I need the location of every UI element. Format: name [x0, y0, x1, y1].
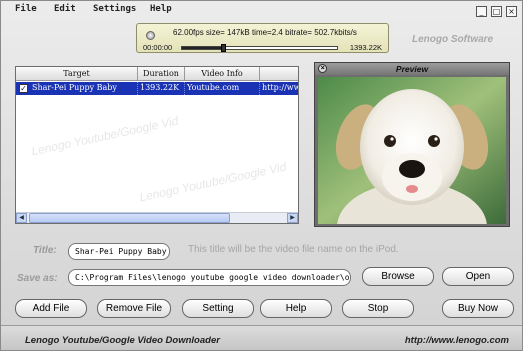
- save-as-label: Save as:: [17, 273, 58, 284]
- setting-button[interactable]: Setting: [182, 299, 254, 318]
- open-button[interactable]: Open: [442, 267, 514, 286]
- close-button[interactable]: ×: [506, 6, 517, 17]
- scroll-left-arrow-icon[interactable]: ◀: [16, 213, 27, 223]
- horizontal-scrollbar[interactable]: ◀ ▶: [16, 212, 298, 223]
- video-thumbnail: [318, 77, 506, 224]
- cell-duration: 1393.22K: [138, 82, 185, 95]
- title-hint: This title will be the video file name o…: [188, 244, 399, 255]
- status-indicator-icon: [146, 31, 155, 40]
- list-header: Target Duration Video Info: [16, 67, 298, 81]
- cell-video-info: Youtube.com: [185, 82, 260, 95]
- close-icon[interactable]: ×: [318, 64, 327, 73]
- cell-target: Shar-Pei Puppy Baby: [30, 82, 138, 95]
- menu-help[interactable]: Help: [150, 4, 172, 14]
- buy-now-button[interactable]: Buy Now: [442, 299, 514, 318]
- minimize-button[interactable]: _: [476, 6, 487, 17]
- maximize-button[interactable]: □: [491, 6, 502, 17]
- watermark-text: Lenogo Youtube/Google Vid: [30, 113, 180, 159]
- preview-title-bar: × Preview: [315, 63, 509, 75]
- download-status-panel: 62.00fps size= 147kB time=2.4 bitrate= 5…: [136, 23, 389, 53]
- watermark-text: Lenogo Youtube/Google Vid: [138, 159, 288, 205]
- website-link[interactable]: http://www.lenogo.com: [405, 335, 509, 346]
- video-list[interactable]: Target Duration Video Info ✓ Shar-Pei Pu…: [15, 66, 299, 224]
- column-header-duration[interactable]: Duration: [138, 67, 185, 81]
- scroll-thumb[interactable]: [29, 213, 230, 223]
- menu-edit[interactable]: Edit: [54, 4, 76, 14]
- remove-file-button[interactable]: Remove File: [97, 299, 171, 318]
- download-stats: 62.00fps size= 147kB time=2.4 bitrate= 5…: [173, 28, 357, 37]
- browse-button[interactable]: Browse: [362, 267, 434, 286]
- app-window: File Edit Settings Help _ □ × 62.00fps s…: [0, 0, 523, 351]
- column-header-url[interactable]: [260, 67, 298, 81]
- status-bar: Lenogo Youtube/Google Video Downloader h…: [1, 325, 522, 350]
- menubar: File Edit Settings Help _ □ ×: [1, 1, 522, 19]
- menu-settings[interactable]: Settings: [93, 4, 136, 14]
- cell-url: http://ww: [262, 83, 299, 92]
- menu-file[interactable]: File: [15, 4, 37, 14]
- column-header-video-info[interactable]: Video Info: [185, 67, 260, 81]
- row-checkbox[interactable]: ✓: [19, 84, 28, 93]
- stop-button[interactable]: Stop: [342, 299, 414, 318]
- scroll-right-arrow-icon[interactable]: ▶: [287, 213, 298, 223]
- total-size: 1393.22K: [349, 43, 382, 52]
- save-path-input[interactable]: C:\Program Files\lenogo youtube google v…: [68, 269, 351, 286]
- column-header-target[interactable]: Target: [16, 67, 138, 81]
- help-button[interactable]: Help: [260, 299, 332, 318]
- title-label: Title:: [33, 245, 57, 256]
- puppy-image: [318, 77, 506, 224]
- elapsed-time: 00:00:00: [143, 43, 173, 52]
- title-input[interactable]: Shar-Pei Puppy Baby: [68, 243, 170, 260]
- preview-panel: × Preview: [314, 62, 510, 227]
- preview-title: Preview: [395, 64, 429, 74]
- app-name: Lenogo Youtube/Google Video Downloader: [25, 335, 220, 346]
- add-file-button[interactable]: Add File: [15, 299, 87, 318]
- table-row[interactable]: ✓ Shar-Pei Puppy Baby 1393.22K Youtube.c…: [16, 82, 299, 95]
- brand-logo-text: Lenogo Software: [412, 34, 494, 45]
- progress-fill: [182, 47, 225, 49]
- progress-thumb[interactable]: [221, 44, 227, 52]
- download-progress-bar: [181, 44, 338, 52]
